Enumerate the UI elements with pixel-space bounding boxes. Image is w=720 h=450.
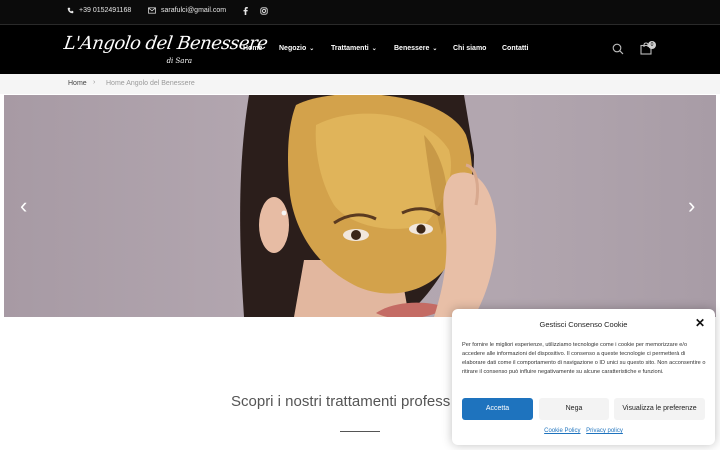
consent-links: Cookie Policy Privacy policy	[452, 428, 715, 434]
nav-label: Contatti	[502, 45, 529, 52]
close-icon[interactable]: ✕	[695, 317, 705, 329]
cart-count-badge: 0	[648, 41, 656, 49]
deny-button[interactable]: Nega	[539, 398, 609, 420]
logo-subtitle: di Sara	[166, 57, 192, 65]
hero-image	[240, 95, 497, 317]
section-heading: Scopri i nostri trattamenti profess	[231, 393, 451, 410]
nav-label: Trattamenti	[331, 45, 369, 52]
nav-negozio[interactable]: Negozio ⌄	[279, 45, 314, 52]
search-icon[interactable]	[612, 42, 624, 60]
privacy-policy-link[interactable]: Privacy policy	[586, 428, 623, 434]
heading-divider	[340, 431, 380, 432]
consent-body: Per fornire le migliori esperienze, util…	[462, 342, 706, 375]
chevron-down-icon: ⌄	[309, 46, 315, 52]
cookie-policy-link[interactable]: Cookie Policy	[544, 428, 580, 434]
slider-next-button[interactable]: ›	[688, 195, 695, 217]
slider-prev-button[interactable]: ‹	[20, 195, 27, 217]
nav-chi-siamo[interactable]: Chi siamo	[453, 45, 486, 52]
phone-icon	[67, 7, 74, 14]
nav-home[interactable]: Home	[243, 45, 262, 52]
nav-label: Negozio	[279, 45, 307, 52]
preferences-button[interactable]: Visualizza le preferenze	[614, 398, 705, 420]
nav-label: Chi siamo	[453, 45, 487, 52]
breadcrumb: Home › Home Angolo del Benessere	[0, 74, 720, 94]
breadcrumb-home[interactable]: Home	[68, 80, 87, 87]
consent-title: Gestisci Consenso Cookie	[539, 320, 628, 329]
email-address: sarafulci@gmail.com	[161, 7, 227, 14]
chevron-down-icon: ⌄	[371, 46, 377, 52]
site-logo[interactable]: L'Angolo del Benessere di Sara	[63, 29, 269, 69]
chevron-down-icon: ⌄	[432, 46, 438, 52]
facebook-icon[interactable]	[243, 7, 248, 15]
nav-label: Benessere	[394, 45, 430, 52]
nav-contatti[interactable]: Contatti	[502, 45, 528, 52]
accept-button[interactable]: Accetta	[462, 398, 533, 420]
top-bar: +39 0152491168 sarafulci@gmail.com	[0, 0, 720, 24]
nav-trattamenti[interactable]: Trattamenti ⌄	[331, 45, 377, 52]
cookie-consent-dialog: Gestisci Consenso Cookie ✕ Per fornire l…	[452, 309, 715, 445]
chevron-left-icon: ‹	[20, 193, 28, 218]
instagram-icon[interactable]	[260, 7, 268, 15]
nav-benessere[interactable]: Benessere ⌄	[394, 45, 437, 52]
chevron-right-icon: ›	[93, 79, 96, 86]
email-contact[interactable]: sarafulci@gmail.com	[148, 7, 226, 14]
envelope-icon	[148, 7, 156, 14]
nav-label: Home	[243, 45, 263, 52]
hero-slider: ‹ ›	[4, 95, 716, 317]
phone-contact[interactable]: +39 0152491168	[67, 7, 131, 14]
chevron-right-icon: ›	[688, 193, 696, 218]
phone-number: +39 0152491168	[79, 7, 132, 14]
main-header: L'Angolo del Benessere di Sara Home Nego…	[0, 24, 720, 74]
breadcrumb-current: Home Angolo del Benessere	[106, 80, 195, 87]
logo-text: L'Angolo del Benessere	[62, 33, 269, 54]
